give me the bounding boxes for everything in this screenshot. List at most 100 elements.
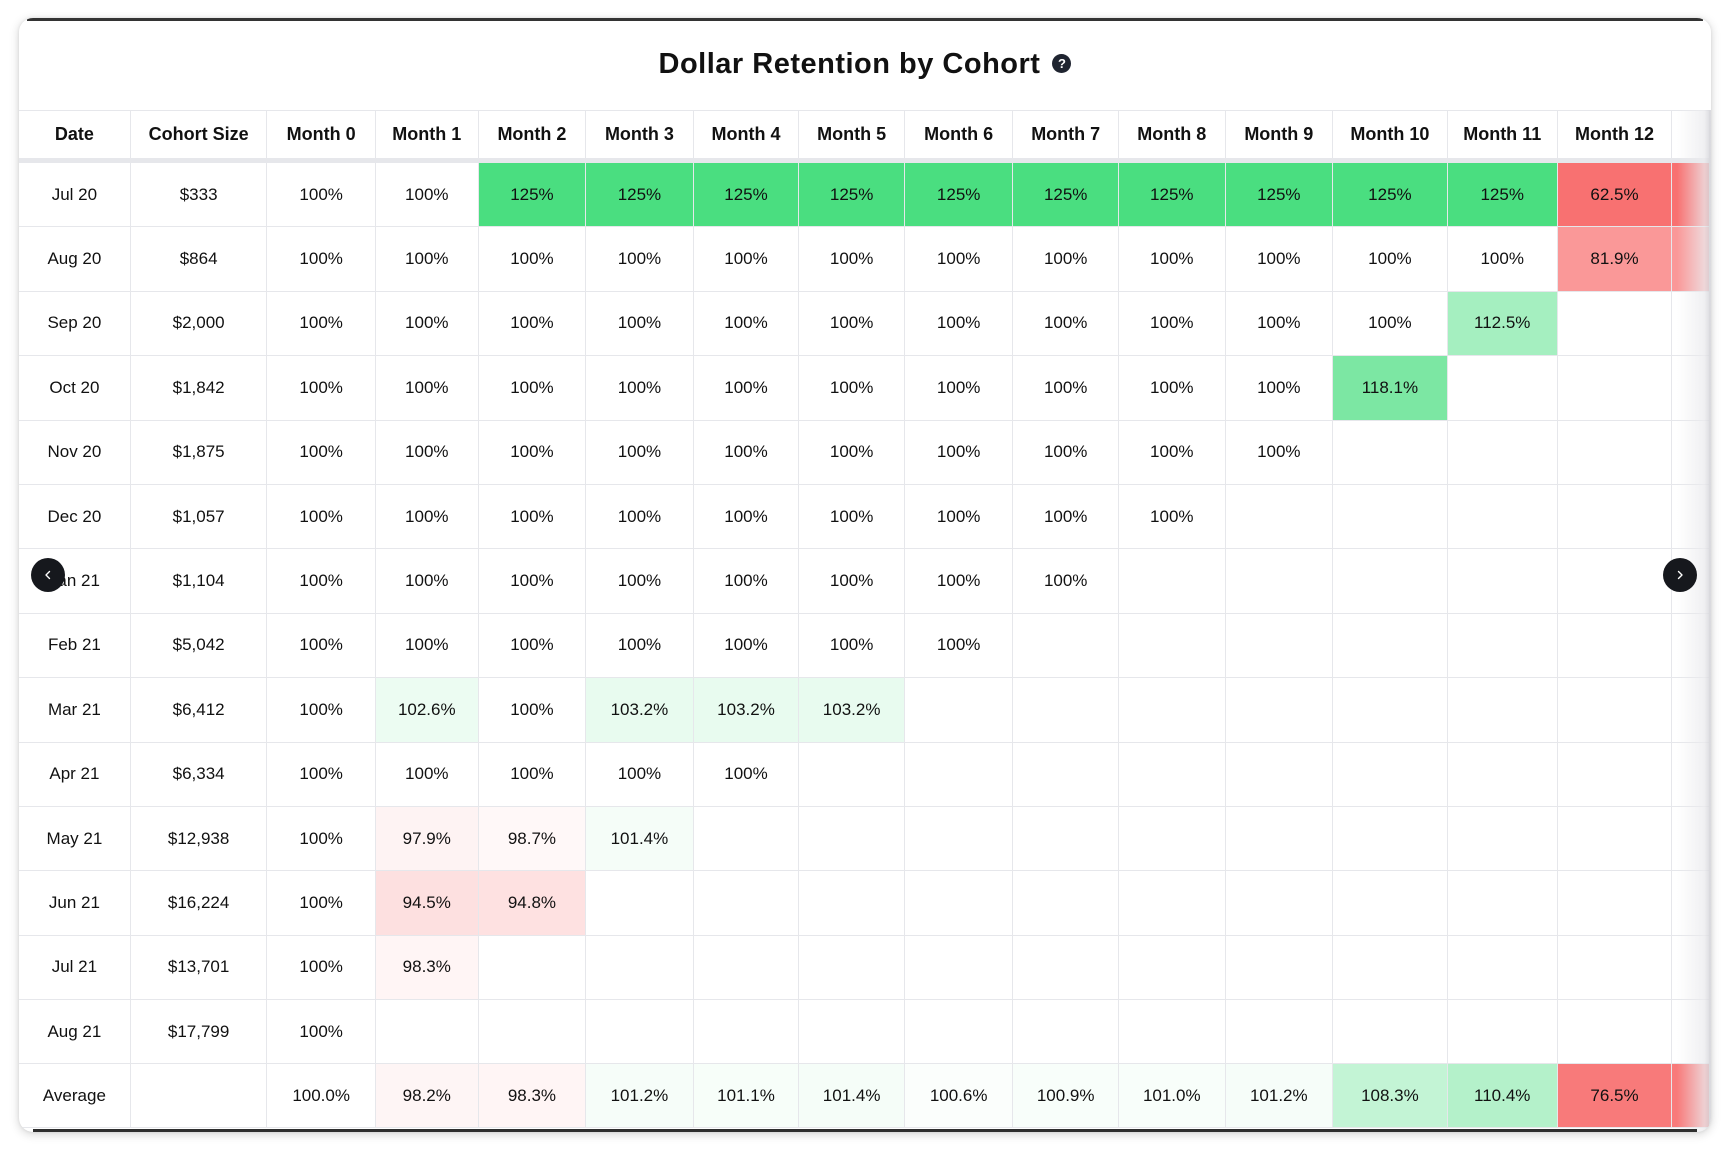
retention-cell: 100% — [477, 548, 587, 614]
retention-cell — [798, 741, 905, 807]
retention-cell: 100% — [266, 548, 376, 614]
retention-cell — [1332, 483, 1448, 550]
table-row: Oct 20 $1,842 100% 100% 100% 100% 100% 100% 100%… — [19, 355, 1710, 421]
retention-cell: 110.4% — [1446, 1063, 1558, 1129]
retention-cell: 125% — [798, 159, 905, 228]
cohort-size: $1,842 — [129, 355, 268, 421]
retention-cell: 100% — [477, 226, 587, 292]
retention-cell — [1556, 677, 1673, 743]
column-header: Month 9 — [1224, 110, 1334, 163]
retention-cell — [1671, 677, 1710, 743]
retention-cell — [1556, 612, 1673, 679]
retention-cell: 118.1% — [1332, 355, 1448, 421]
question-circle-icon[interactable]: ? — [1052, 53, 1072, 73]
retention-cell: 100.9% — [1012, 1063, 1119, 1129]
column-header: Month 5 — [798, 110, 905, 163]
cohort-date: Aug 21 — [19, 999, 131, 1065]
retention-cell — [1446, 483, 1558, 550]
cohort-table-scroll[interactable]: Date Cohort Size Month 0 Month 1 Month 2 Mont… — [19, 110, 1711, 1132]
retention-cell: 100% — [692, 483, 800, 550]
retention-cell — [1556, 290, 1673, 357]
retention-cell: 98.3% — [477, 1063, 587, 1129]
retention-cell — [1556, 934, 1673, 1001]
retention-cell — [1332, 612, 1448, 679]
table-row: Aug 21 $17,799 100% — [19, 999, 1710, 1065]
table-row: Jun 21 $16,224 100% 94.5% 94.8% — [19, 870, 1710, 936]
retention-cell: 125% — [1012, 159, 1119, 228]
table-row: Sep 20 $2,000 100% 100% 100% 100% 100% 100% 100%… — [19, 290, 1710, 357]
retention-cell: 100% — [374, 159, 479, 228]
retention-cell — [1224, 483, 1334, 550]
table-row: Dec 20 $1,057 100% 100% 100% 100% 100% 100% 100%… — [19, 483, 1710, 550]
retention-cell — [1446, 870, 1558, 936]
retention-cell: 100% — [585, 741, 694, 807]
retention-cell — [1671, 1063, 1710, 1129]
retention-cell — [477, 934, 587, 1001]
retention-cell — [1012, 741, 1119, 807]
column-header: Month 10 — [1332, 110, 1448, 163]
retention-cell: 100% — [266, 483, 376, 550]
cohort-size: $6,412 — [129, 677, 268, 743]
table-row: May 21 $12,938 100% 97.9% 98.7% 101.4% — [19, 805, 1710, 872]
retention-cell — [903, 741, 1014, 807]
cohort-date: Sep 20 — [19, 290, 131, 357]
retention-cell: 112.5% — [1446, 290, 1558, 357]
retention-cell — [1224, 741, 1334, 807]
retention-cell: 76.5% — [1556, 1063, 1673, 1129]
cohort-size: $2,000 — [129, 290, 268, 357]
retention-cell — [1118, 870, 1226, 936]
table-row: Feb 21 $5,042 100% 100% 100% 100% 100% 100% 100% — [19, 612, 1710, 679]
cohort-size: $333 — [129, 159, 268, 228]
retention-cell: 125% — [585, 159, 694, 228]
retention-cell — [1332, 870, 1448, 936]
retention-cell — [1332, 677, 1448, 743]
cohort-date: Mar 21 — [19, 677, 131, 743]
retention-cell: 100% — [798, 419, 905, 485]
retention-cell: 102.6% — [374, 677, 479, 743]
retention-cell: 100% — [692, 419, 800, 485]
average-row: Average 100.0% 98.2% 98.3% 101.2% 101.1% 101.4… — [19, 1063, 1710, 1129]
retention-cell — [1671, 159, 1710, 228]
table-row: Jul 20 $333 100% 100% 125% 125% 125% 125% 125% 12… — [19, 159, 1710, 228]
retention-cell: 101.4% — [585, 805, 694, 872]
column-header: Month 7 — [1012, 110, 1119, 163]
retention-cell: 100% — [903, 483, 1014, 550]
retention-cell: 98.7% — [477, 805, 587, 872]
retention-cell: 100% — [374, 290, 479, 357]
retention-cell — [1446, 805, 1558, 872]
retention-cell — [1332, 805, 1448, 872]
cohort-size: $864 — [129, 226, 268, 292]
column-header: Month 3 — [585, 110, 694, 163]
chevron-left-icon — [45, 570, 51, 580]
retention-cell: 100% — [374, 226, 479, 292]
retention-cell: 100% — [266, 677, 376, 743]
retention-cell: 100% — [798, 355, 905, 421]
retention-cell — [1118, 999, 1226, 1065]
retention-cell: 100% — [1012, 419, 1119, 485]
table-header-row: Date Cohort Size Month 0 Month 1 Month 2 Mont… — [19, 110, 1710, 163]
column-header: Month 2 — [477, 110, 587, 163]
retention-cell: 100% — [266, 159, 376, 228]
retention-cell — [1671, 805, 1710, 872]
retention-cell — [585, 934, 694, 1001]
scroll-right-button[interactable] — [1663, 558, 1697, 592]
retention-cell: 100% — [374, 741, 479, 807]
retention-cell: 100% — [374, 612, 479, 679]
retention-cell: 100% — [692, 355, 800, 421]
cohort-size: $1,875 — [129, 419, 268, 485]
retention-cell: 101.2% — [1224, 1063, 1334, 1129]
retention-cell — [1118, 612, 1226, 679]
column-header: Month 8 — [1118, 110, 1226, 163]
cohort-date: Jul 20 — [19, 159, 131, 228]
retention-cell: 100% — [585, 548, 694, 614]
column-header: Month 0 — [266, 110, 376, 163]
scroll-left-button[interactable] — [31, 558, 65, 592]
retention-cell: 94.8% — [477, 870, 587, 936]
retention-cell: 100% — [1118, 355, 1226, 421]
retention-cell — [1446, 419, 1558, 485]
retention-cell: 100% — [1118, 226, 1226, 292]
cohort-size: $1,057 — [129, 483, 268, 550]
retention-cell: 125% — [903, 159, 1014, 228]
retention-cell — [1224, 870, 1334, 936]
retention-cell: 100% — [585, 226, 694, 292]
